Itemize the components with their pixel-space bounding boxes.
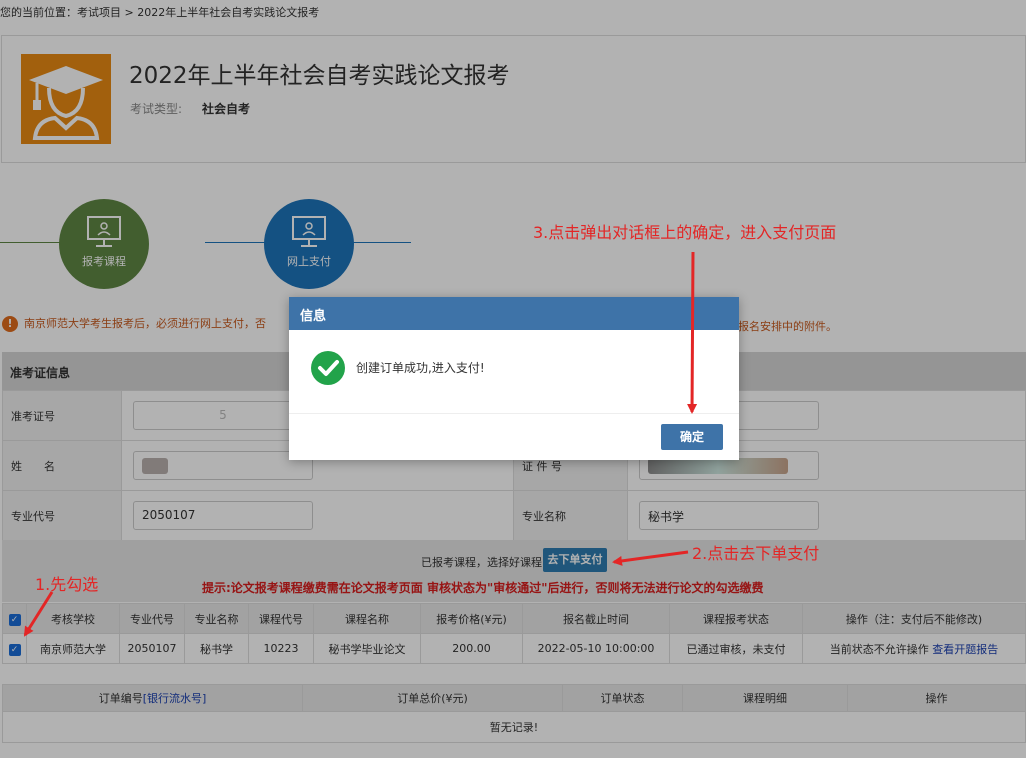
arrow-to-go-button [612,550,689,566]
annotation-step2: 2.点击去下单支付 [692,544,820,563]
annotation-arrows [23,251,698,637]
annotation-step1: 1.先勾选 [35,575,99,594]
arrow-to-checkbox [23,591,54,637]
annotation-step3: 3.点击弹出对话框上的确定，进入支付页面 [533,223,837,242]
arrow-to-confirm [687,251,698,414]
